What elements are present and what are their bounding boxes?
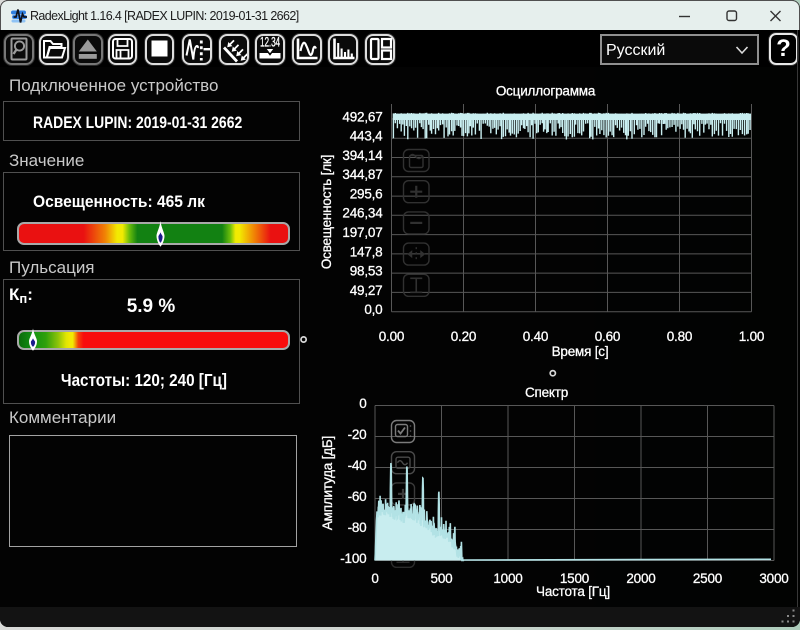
svg-text:394,14: 394,14	[342, 148, 383, 163]
svg-text:Амплитуда [дБ]: Амплитуда [дБ]	[320, 436, 335, 530]
svg-text:1000: 1000	[493, 571, 522, 586]
svg-text:0: 0	[359, 396, 366, 411]
svg-text:246,34: 246,34	[342, 206, 383, 221]
svg-text:492,67: 492,67	[342, 109, 382, 124]
svg-text:-80: -80	[348, 520, 367, 535]
svg-text:49,27: 49,27	[350, 283, 383, 298]
svg-text:500: 500	[431, 571, 453, 586]
svg-text:2500: 2500	[693, 571, 722, 586]
svg-text:Время [с]: Время [с]	[552, 344, 609, 359]
svg-text:-20: -20	[348, 427, 367, 442]
svg-text:Освещенность [лк]: Освещенность [лк]	[319, 155, 334, 269]
svg-text:0.60: 0.60	[595, 329, 620, 344]
svg-text:0.20: 0.20	[451, 329, 476, 344]
svg-text:Осциллограмма: Осциллограмма	[496, 84, 596, 99]
svg-text:0.80: 0.80	[667, 329, 692, 344]
svg-text:0: 0	[371, 571, 378, 586]
svg-text:-100: -100	[340, 551, 366, 566]
svg-text:443,4: 443,4	[350, 129, 383, 144]
svg-text:344,87: 344,87	[342, 167, 382, 182]
svg-text:2000: 2000	[626, 571, 655, 586]
svg-text:0,0: 0,0	[364, 302, 382, 317]
svg-text:98,53: 98,53	[350, 264, 383, 279]
svg-text:-40: -40	[348, 458, 367, 473]
svg-text:1.00: 1.00	[739, 329, 764, 344]
svg-text:Спектр: Спектр	[525, 385, 568, 400]
svg-text:0.00: 0.00	[379, 329, 404, 344]
svg-text:197,07: 197,07	[342, 225, 382, 240]
svg-text:0.40: 0.40	[523, 329, 548, 344]
svg-text:295,6: 295,6	[350, 187, 383, 202]
svg-text:Частота [Гц]: Частота [Гц]	[536, 584, 610, 599]
svg-text:3000: 3000	[759, 571, 788, 586]
svg-text:-60: -60	[348, 489, 367, 504]
svg-text:147,8: 147,8	[350, 244, 383, 259]
